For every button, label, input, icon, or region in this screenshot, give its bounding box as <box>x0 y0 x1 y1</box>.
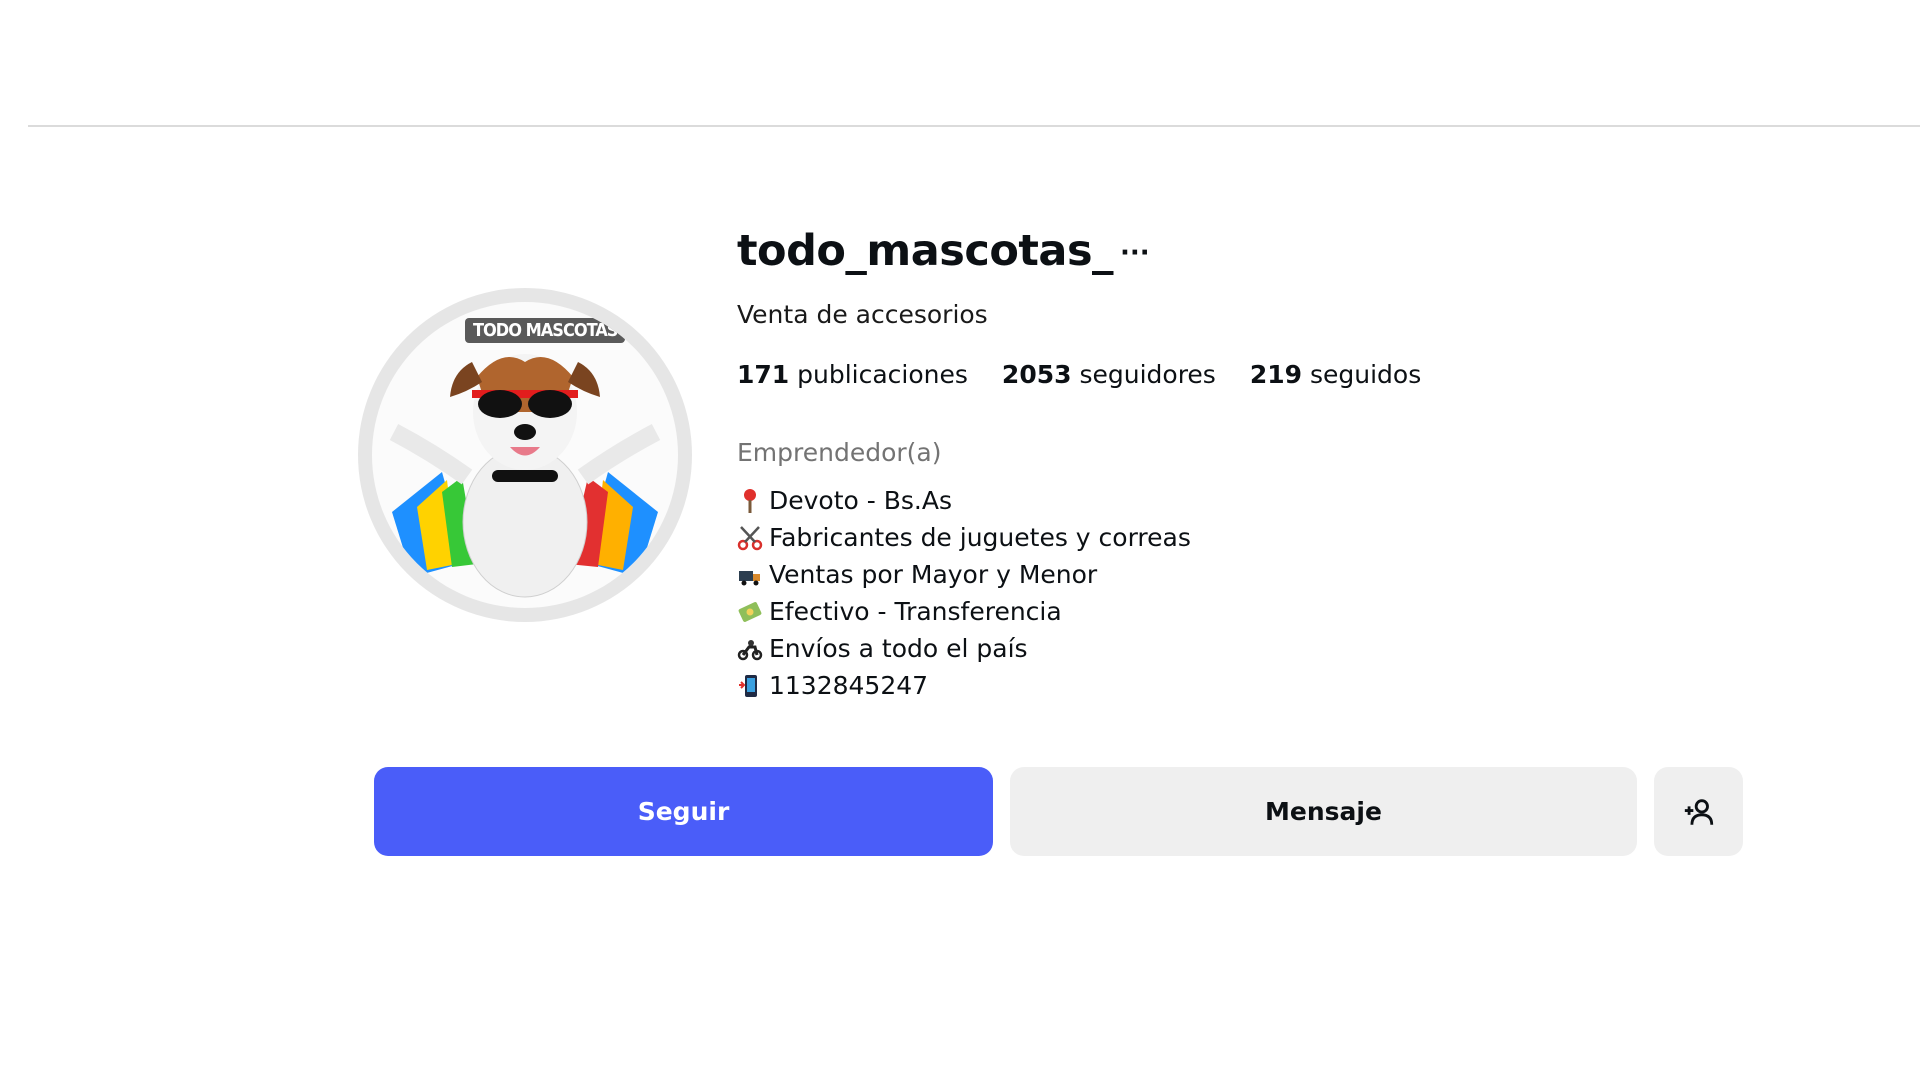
suggest-accounts-button[interactable] <box>1654 767 1743 856</box>
more-options-icon[interactable]: ··· <box>1120 238 1150 268</box>
bio-text: 1132845247 <box>769 671 929 700</box>
stat-posts[interactable]: 171 publicaciones <box>737 360 968 389</box>
message-button[interactable]: Mensaje <box>1010 767 1637 856</box>
bio-text: Fabricantes de juguetes y correas <box>769 523 1191 552</box>
bio-line: Devoto - Bs.As <box>737 482 1191 519</box>
add-user-icon <box>1684 798 1713 825</box>
profile-category: Emprendedor(a) <box>737 438 942 467</box>
bio-line: Fabricantes de juguetes y correas <box>737 519 1191 556</box>
bio-line: Envíos a todo el país <box>737 630 1191 667</box>
stat-following-count: 219 <box>1249 360 1303 389</box>
profile-stats: 171 publicaciones 2053 seguidores 219 se… <box>737 360 1421 389</box>
avatar-image: TODO MASCOTAS <box>372 302 678 608</box>
dog-illustration <box>389 354 661 598</box>
profile-avatar[interactable]: TODO MASCOTAS <box>358 288 692 622</box>
bio-text: Envíos a todo el país <box>769 634 1028 663</box>
profile-subtitle: Venta de accesorios <box>737 300 988 329</box>
bio-text: Efectivo - Transferencia <box>769 597 1062 626</box>
top-divider <box>28 125 1920 127</box>
money-icon <box>738 601 762 622</box>
follow-button[interactable]: Seguir <box>374 767 993 856</box>
stat-followers-count: 2053 <box>1001 360 1072 389</box>
phone-icon <box>739 674 757 697</box>
scissors-icon <box>737 525 763 550</box>
stat-posts-label: publicaciones <box>797 360 968 389</box>
bio-text: Ventas por Mayor y Menor <box>769 560 1098 589</box>
stat-following-label: seguidos <box>1309 360 1422 389</box>
bio-line: Ventas por Mayor y Menor <box>737 556 1191 593</box>
motorcycle-icon <box>737 639 763 660</box>
bio-text: Devoto - Bs.As <box>769 486 952 515</box>
stat-posts-count: 171 <box>737 360 790 389</box>
profile-bio: Devoto - Bs.As Fabricantes de juguetes y… <box>737 482 1191 704</box>
profile-username: todo_mascotas_ <box>737 226 1114 276</box>
stat-following[interactable]: 219 seguidos <box>1250 360 1421 389</box>
truck-icon <box>739 570 760 585</box>
stat-followers[interactable]: 2053 seguidores <box>1002 360 1216 389</box>
bio-line: Efectivo - Transferencia <box>737 593 1191 630</box>
pin-icon <box>744 488 756 513</box>
stat-followers-label: seguidores <box>1079 360 1216 389</box>
bio-line: 1132845247 <box>737 667 1191 704</box>
avatar-badge: TODO MASCOTAS <box>465 318 626 343</box>
